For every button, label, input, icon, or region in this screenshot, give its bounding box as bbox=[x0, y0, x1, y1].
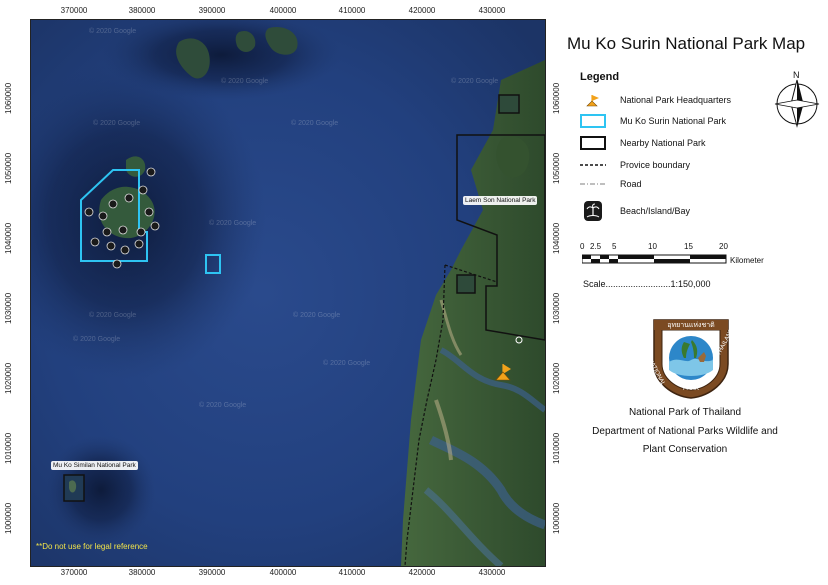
google-watermark: © 2020 Google bbox=[199, 402, 247, 409]
legend-title: Legend bbox=[580, 71, 620, 83]
google-watermark: © 2020 Google bbox=[293, 312, 341, 319]
x-tick: 400000 bbox=[269, 568, 297, 577]
x-tick: 380000 bbox=[128, 568, 156, 577]
org-line-1: National Park of Thailand bbox=[628, 407, 742, 418]
scale-ratio: Scale..........................1:150,000 bbox=[583, 279, 711, 289]
logo-bottom-text: PARK bbox=[683, 386, 699, 392]
nearby-park-box-north bbox=[498, 94, 520, 114]
x-tick: 430000 bbox=[478, 6, 506, 15]
legend-item-province: Provice boundary bbox=[580, 158, 690, 172]
x-tick: 410000 bbox=[338, 6, 366, 15]
north-arrow: N bbox=[773, 70, 821, 128]
x-tick: 390000 bbox=[198, 6, 226, 15]
x-tick: 420000 bbox=[408, 6, 436, 15]
org-line-2: Department of National Parks Wildlife an… bbox=[592, 426, 778, 437]
x-tick: 390000 bbox=[198, 568, 226, 577]
surin-island-north bbox=[126, 156, 146, 177]
org-line-3: Plant Conservation bbox=[642, 444, 728, 455]
google-watermark: © 2020 Google bbox=[209, 220, 257, 227]
google-watermark: © 2020 Google bbox=[323, 360, 371, 367]
y-tick: 1050000 bbox=[552, 152, 561, 184]
y-tick: 1030000 bbox=[552, 292, 561, 324]
cyan-boundary-icon bbox=[580, 114, 606, 128]
google-watermark: © 2020 Google bbox=[89, 312, 137, 319]
x-tick: 420000 bbox=[408, 568, 436, 577]
google-watermark: © 2020 Google bbox=[291, 120, 339, 127]
legend-item-nearby: Nearby National Park bbox=[580, 136, 706, 150]
y-tick: 1060000 bbox=[4, 82, 13, 114]
legend-item-surin: Mu Ko Surin National Park bbox=[580, 114, 726, 128]
dashdot-line-icon bbox=[580, 177, 606, 191]
legend-item-hq: National Park Headquarters bbox=[580, 93, 731, 107]
google-watermark: © 2020 Google bbox=[221, 78, 269, 85]
nearby-park-box-mid bbox=[456, 274, 476, 294]
x-tick: 370000 bbox=[60, 6, 88, 15]
x-tick: 430000 bbox=[478, 568, 506, 577]
map-view[interactable]: © 2020 Google © 2020 Google © 2020 Googl… bbox=[30, 19, 546, 567]
y-tick: 1000000 bbox=[4, 502, 13, 534]
scale-unit: Kilometer bbox=[730, 256, 764, 265]
palm-island-icon bbox=[580, 200, 606, 222]
scale-bar: 0 2.5 5 10 15 20 Kilometer bbox=[580, 242, 780, 272]
map-title: Mu Ko Surin National Park Map bbox=[567, 34, 806, 53]
similan-label: Mu Ko Similan National Park bbox=[51, 461, 138, 470]
compass-icon bbox=[774, 79, 820, 128]
satellite-map[interactable] bbox=[31, 20, 545, 566]
hq-flag-icon bbox=[580, 93, 606, 107]
y-tick: 1050000 bbox=[4, 152, 13, 184]
x-tick: 370000 bbox=[60, 568, 88, 577]
y-tick: 1040000 bbox=[4, 222, 13, 254]
google-watermark: © 2020 Google bbox=[73, 336, 121, 343]
legal-disclaimer: **Do not use for legal reference bbox=[36, 542, 148, 551]
laem-son-label: Laem Son National Park bbox=[463, 196, 538, 205]
black-boundary-icon bbox=[580, 136, 606, 150]
national-park-logo: อุทยานแห่งชาติ NATIONAL PARK THAILAND bbox=[646, 312, 736, 400]
y-tick: 1010000 bbox=[552, 432, 561, 464]
legend-item-road: Road bbox=[580, 177, 642, 191]
x-tick: 400000 bbox=[269, 6, 297, 15]
logo-top-text: อุทยานแห่งชาติ bbox=[667, 322, 715, 329]
x-tick: 410000 bbox=[338, 568, 366, 577]
x-tick: 380000 bbox=[128, 6, 156, 15]
legend-item-beach: Beach/Island/Bay bbox=[580, 200, 690, 222]
y-tick: 1010000 bbox=[4, 432, 13, 464]
y-tick: 1040000 bbox=[552, 222, 561, 254]
google-watermark: © 2020 Google bbox=[89, 28, 137, 35]
google-watermark: © 2020 Google bbox=[93, 120, 141, 127]
y-tick: 1030000 bbox=[4, 292, 13, 324]
google-watermark: © 2020 Google bbox=[451, 78, 499, 85]
y-tick: 1060000 bbox=[552, 82, 561, 114]
y-tick: 1020000 bbox=[4, 362, 13, 394]
shadow-halo-south bbox=[46, 435, 156, 545]
y-tick: 1000000 bbox=[552, 502, 561, 534]
dashed-line-icon bbox=[580, 158, 606, 172]
